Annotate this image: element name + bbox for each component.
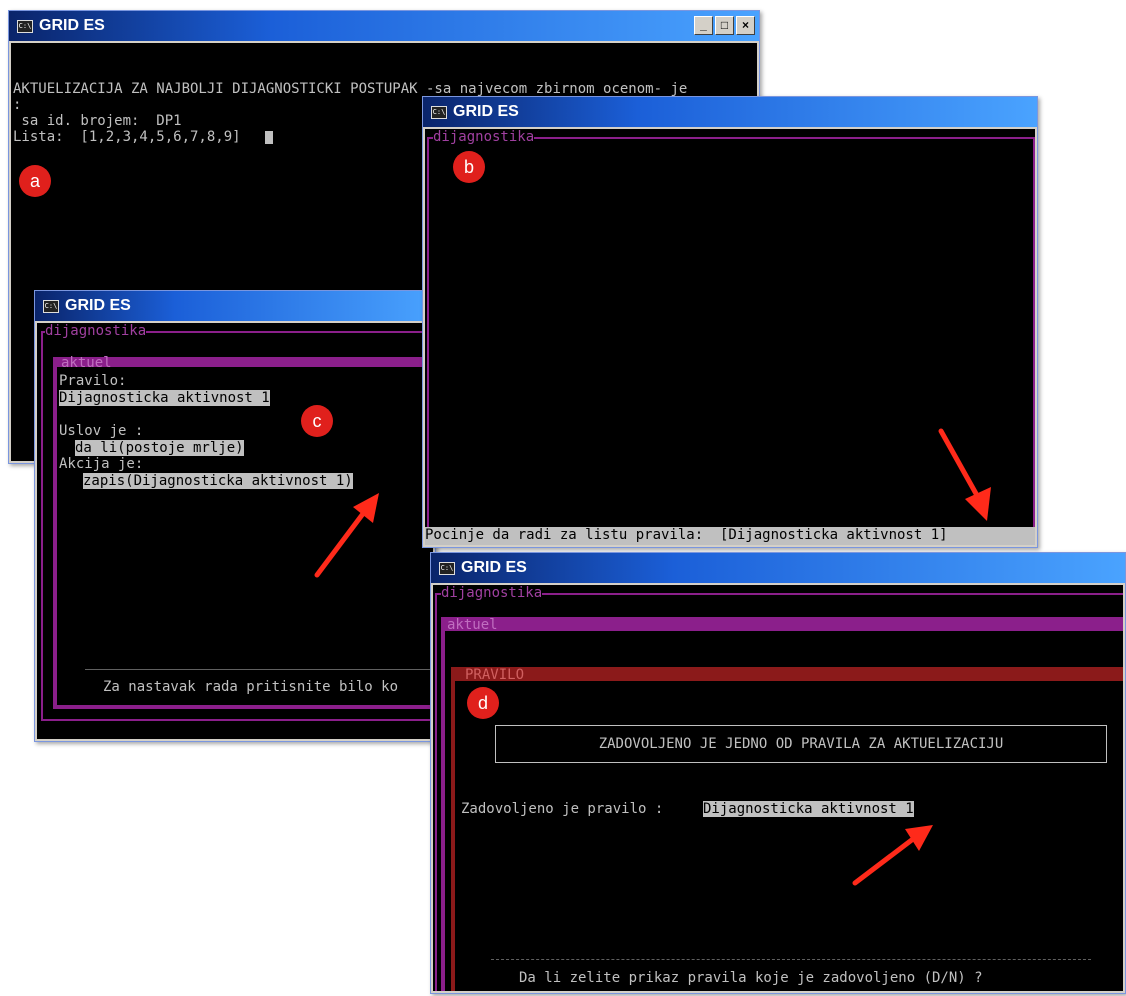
satisfied-label: Zadovoljeno je pravilo : [461,801,672,817]
console-window-d: C:\ GRID ES dijagnostika aktuel PRAVILO … [430,552,1126,994]
frame-label-pravilo: PRAVILO [465,667,525,683]
callout-badge-b: b [453,151,485,183]
console-icon: C:\ [17,20,33,33]
window-b-console[interactable]: dijagnostika b Pocinje da radi za listu … [425,129,1035,545]
frame-label-aktuel: aktuel [61,355,112,371]
header-box: ZADOVOLJENO JE JEDNO OD PRAVILA ZA AKTUE… [495,725,1107,763]
window-a-titlebar[interactable]: C:\ GRID ES _ □ × [9,11,759,41]
pravilo-frame [451,667,1123,991]
footer-separator [85,669,433,670]
satisfied-value: Dijagnosticka aktivnost 1 [703,801,914,817]
pravilo-label: Pravilo: [59,373,127,389]
window-c-console[interactable]: dijagnostika aktuel Pravilo: Dijagnostic… [37,323,433,739]
close-button[interactable]: × [736,16,755,35]
console-line-3: sa id. brojem: DP1 [13,113,182,129]
uslov-value: da li(postoje mrlje) [75,440,244,456]
akcija-value: zapis(Dijagnosticka aktivnost 1) [83,473,353,489]
window-a-title: GRID ES [39,17,105,34]
console-icon: C:\ [43,300,59,313]
console-line-2: : [13,97,22,113]
window-d-console[interactable]: dijagnostika aktuel PRAVILO d ZADOVOLJEN… [433,585,1123,991]
window-b-titlebar[interactable]: C:\ GRID ES [423,97,1037,127]
minimize-button[interactable]: _ [694,16,713,35]
callout-badge-d: d [467,687,499,719]
window-a-controls: _ □ × [694,16,755,35]
console-window-c: C:\ GRID ES dijagnostika aktuel Pravilo:… [34,290,436,742]
frame-label-dijagnostika: dijagnostika [433,129,535,145]
callout-badge-c: c [301,405,333,437]
callout-badge-a: a [19,165,51,197]
console-window-b: C:\ GRID ES dijagnostika b Pocinje da ra… [422,96,1038,548]
uslov-label: Uslov je : [59,423,144,439]
red-arrow-c [314,493,379,578]
console-icon: C:\ [439,562,455,575]
status-line: Pocinje da radi za listu pravila: [Dijag… [425,527,1035,545]
window-b-title: GRID ES [453,103,519,120]
console-line-1: AKTUELIZACIJA ZA NAJBOLJI DIJAGNOSTICKI … [13,81,688,97]
red-arrow-b [938,428,991,521]
console-line-4: Lista: [1,2,3,4,5,6,7,8,9] [13,129,241,145]
prompt-separator [491,959,1091,960]
frame-label-dijagnostika: dijagnostika [45,323,147,339]
akcija-label: Akcija je: [59,456,144,472]
text-cursor [265,131,273,144]
window-c-titlebar[interactable]: C:\ GRID ES [35,291,435,321]
window-d-titlebar[interactable]: C:\ GRID ES [431,553,1125,583]
footer-prompt: Za nastavak rada pritisnite bilo ko [103,679,399,695]
red-arrow-d [852,825,933,886]
window-d-title: GRID ES [461,559,527,576]
show-rule-prompt[interactable]: Da li zelite prikaz pravila koje je zado… [519,970,983,986]
maximize-button[interactable]: □ [715,16,734,35]
pravilo-value: Dijagnosticka aktivnost 1 [59,390,270,406]
window-c-title: GRID ES [65,297,131,314]
console-icon: C:\ [431,106,447,119]
frame-label-dijagnostika: dijagnostika [441,585,543,601]
frame-label-aktuel: aktuel [447,617,498,633]
